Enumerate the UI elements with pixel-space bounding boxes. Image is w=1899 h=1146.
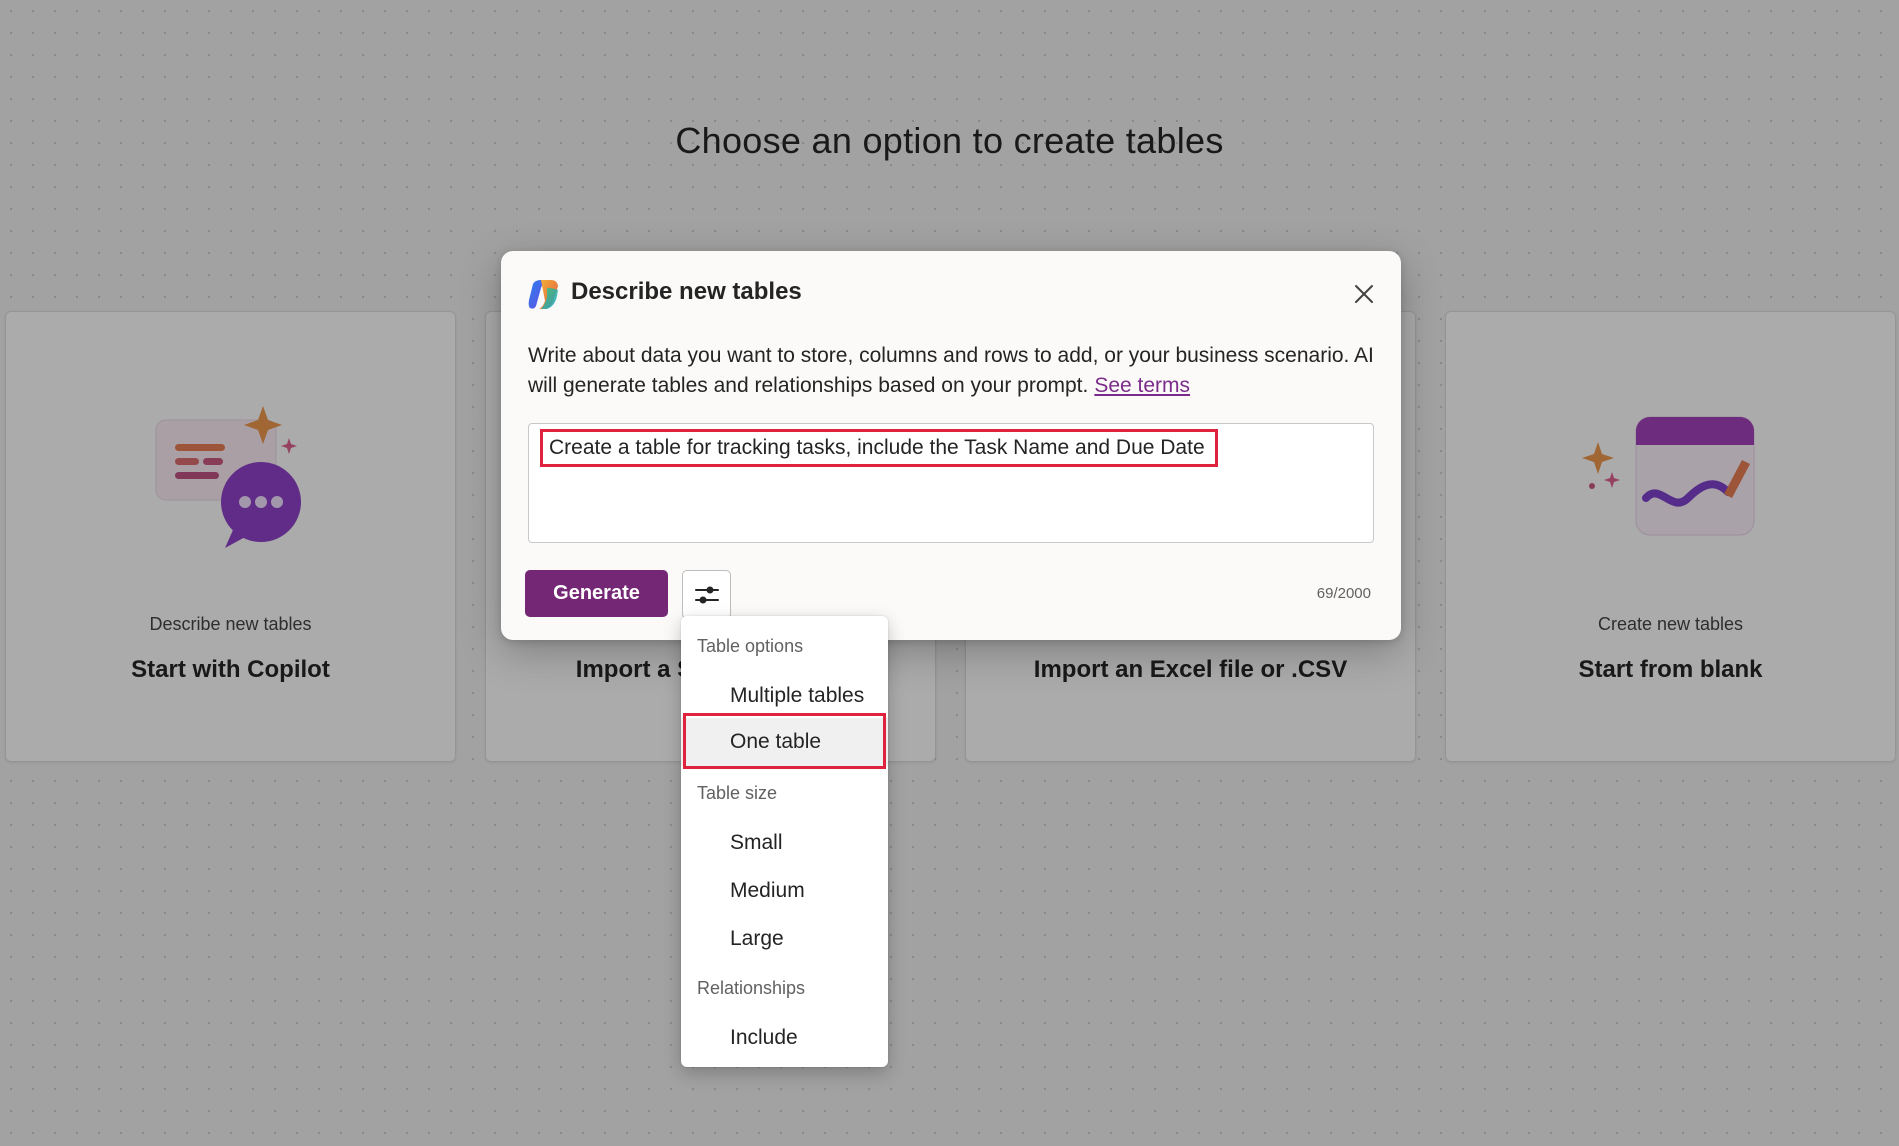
description-text: Write about data you want to store, colu…	[528, 344, 1374, 397]
menu-item-small[interactable]: Small	[681, 819, 888, 867]
table-options-menu: Table options Multiple tables One table …	[681, 616, 888, 1067]
describe-tables-dialog: Describe new tables Write about data you…	[501, 251, 1401, 640]
table-options-button[interactable]	[682, 570, 731, 619]
menu-item-large[interactable]: Large	[681, 915, 888, 963]
menu-item-include[interactable]: Include	[681, 1014, 888, 1062]
close-icon	[1355, 285, 1373, 303]
menu-header-table-size: Table size	[697, 783, 778, 803]
menu-header-relationships: Relationships	[697, 978, 806, 998]
character-count: 69/2000	[1316, 585, 1371, 602]
see-terms-link[interactable]: See terms	[1094, 374, 1190, 397]
prompt-textarea[interactable]: Create a table for tracking tasks, inclu…	[528, 423, 1374, 543]
menu-item-one-table[interactable]: One table	[681, 718, 888, 766]
dialog-description: Write about data you want to store, colu…	[528, 341, 1378, 401]
prompt-value[interactable]: Create a table for tracking tasks, inclu…	[540, 429, 1218, 467]
generate-button[interactable]: Generate	[525, 570, 668, 617]
dialog-title: Describe new tables	[571, 278, 802, 305]
menu-header-table-options: Table options	[697, 636, 804, 656]
menu-item-medium[interactable]: Medium	[681, 867, 888, 915]
close-button[interactable]	[1349, 279, 1379, 309]
menu-item-multiple-tables[interactable]: Multiple tables	[681, 672, 888, 720]
sliders-icon	[694, 586, 719, 603]
copilot-logo-icon	[527, 278, 561, 312]
